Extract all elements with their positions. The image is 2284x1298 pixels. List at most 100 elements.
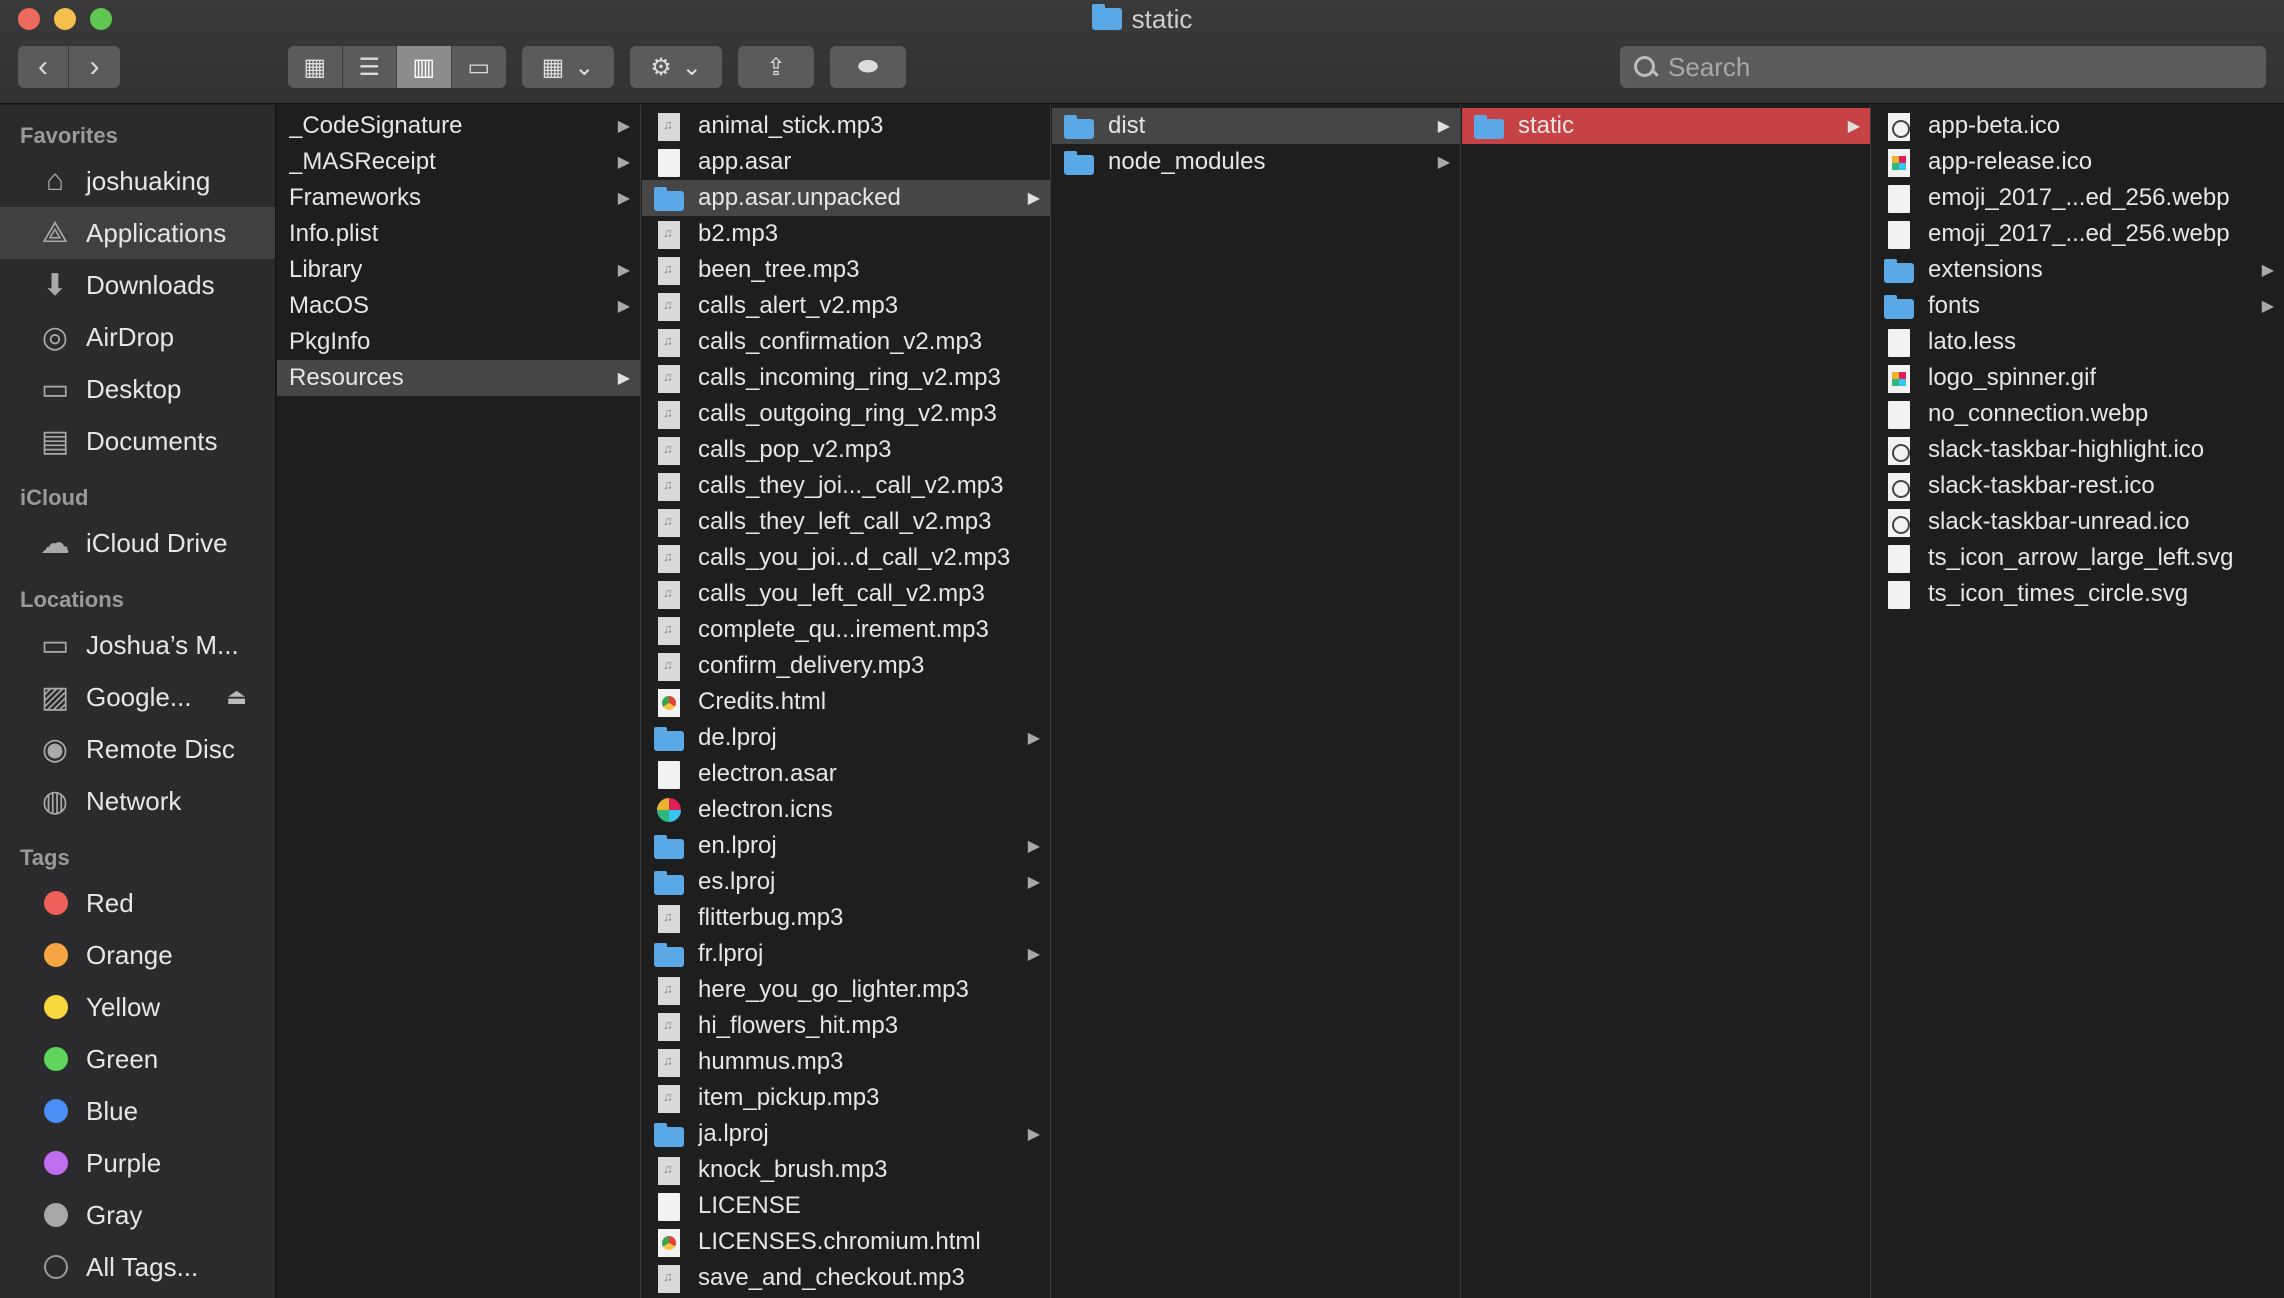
sidebar-item-documents[interactable]: ▤ Documents	[0, 415, 275, 467]
folder-row[interactable]: dist ▶	[1052, 108, 1460, 144]
folder-row[interactable]: Resources ▶	[277, 360, 640, 396]
file-row[interactable]: been_tree.mp3	[642, 252, 1050, 288]
folder-row[interactable]: en.lproj ▶	[642, 828, 1050, 864]
file-row[interactable]: calls_outgoing_ring_v2.mp3	[642, 396, 1050, 432]
file-row[interactable]: app.asar	[642, 144, 1050, 180]
folder-row[interactable]: _CodeSignature ▶	[277, 108, 640, 144]
file-row[interactable]: calls_incoming_ring_v2.mp3	[642, 360, 1050, 396]
file-row[interactable]: hummus.mp3	[642, 1044, 1050, 1080]
back-button[interactable]: ‹	[18, 46, 69, 88]
sidebar-item-tag[interactable]: Orange	[0, 929, 275, 981]
folder-row[interactable]: app.asar.unpacked ▶	[642, 180, 1050, 216]
file-row[interactable]: save_and_checkout.mp3	[642, 1260, 1050, 1296]
file-row[interactable]: LICENSES.chromium.html	[642, 1224, 1050, 1260]
file-row[interactable]: slack-taskbar-unread.ico	[1872, 504, 2284, 540]
file-name: electron.asar	[698, 760, 837, 787]
file-row[interactable]: animal_stick.mp3	[642, 108, 1050, 144]
disclosure-arrow-icon: ▶	[1027, 190, 1040, 207]
folder-row[interactable]: es.lproj ▶	[642, 864, 1050, 900]
folder-row[interactable]: MacOS ▶	[277, 288, 640, 324]
search-input[interactable]	[1660, 51, 2266, 83]
sidebar-item-tag[interactable]: Yellow	[0, 981, 275, 1033]
file-row[interactable]: here_you_go_lighter.mp3	[642, 972, 1050, 1008]
file-row[interactable]: calls_they_left_call_v2.mp3	[642, 504, 1050, 540]
sidebar-item-applications[interactable]: ⟁ Applications	[0, 207, 275, 259]
file-row[interactable]: confirm_delivery.mp3	[642, 648, 1050, 684]
folder-row[interactable]: ja.lproj ▶	[642, 1116, 1050, 1152]
file-row[interactable]: hi_flowers_hit.mp3	[642, 1008, 1050, 1044]
file-name: app-beta.ico	[1928, 112, 2061, 139]
file-row[interactable]: Info.plist	[277, 216, 640, 252]
folder-row[interactable]: node_modules ▶	[1052, 144, 1460, 180]
folder-row[interactable]: de.lproj ▶	[642, 720, 1050, 756]
file-row[interactable]: electron.asar	[642, 756, 1050, 792]
sidebar-item-tag[interactable]: Green	[0, 1033, 275, 1085]
file-row[interactable]: flitterbug.mp3	[642, 900, 1050, 936]
file-row[interactable]: item_pickup.mp3	[642, 1080, 1050, 1116]
file-row[interactable]: emoji_2017_...ed_256.webp	[1872, 216, 2284, 252]
action-button[interactable]: ⚙ ⌄	[630, 46, 722, 88]
file-row[interactable]: logo_spinner.gif	[1872, 360, 2284, 396]
share-menu[interactable]: ⇪	[738, 46, 814, 88]
sidebar-item-tag[interactable]: Gray	[0, 1189, 275, 1241]
folder-icon	[1884, 291, 1914, 321]
file-row[interactable]: calls_alert_v2.mp3	[642, 288, 1050, 324]
sidebar-item-desktop[interactable]: ▭ Desktop	[0, 363, 275, 415]
search-field[interactable]	[1620, 46, 2266, 88]
eject-icon[interactable]: ⏏	[226, 684, 247, 710]
sidebar-item-label: joshuaking	[86, 165, 211, 196]
folder-row[interactable]: Frameworks ▶	[277, 180, 640, 216]
file-row[interactable]: electron.icns	[642, 792, 1050, 828]
column-view-button[interactable]: ▥	[397, 46, 452, 88]
share-button[interactable]: ⇪	[738, 46, 814, 88]
folder-row[interactable]: fonts ▶	[1872, 288, 2284, 324]
file-row[interactable]: slack-taskbar-highlight.ico	[1872, 432, 2284, 468]
file-row[interactable]: app-beta.ico	[1872, 108, 2284, 144]
gallery-view-button[interactable]: ▭	[452, 46, 507, 88]
file-row[interactable]: calls_they_joi..._call_v2.mp3	[642, 468, 1050, 504]
file-row[interactable]: PkgInfo	[277, 324, 640, 360]
file-row[interactable]: slack-taskbar-rest.ico	[1872, 468, 2284, 504]
sidebar-item-computer[interactable]: ▭ Joshua’s M...	[0, 619, 275, 671]
arrange-button[interactable]: ▦ ⌄	[522, 46, 614, 88]
sidebar-item-icloud-drive[interactable]: ☁ iCloud Drive	[0, 517, 275, 569]
sidebar-item-airdrop[interactable]: ◎ AirDrop	[0, 311, 275, 363]
tags-menu[interactable]: ⬬	[830, 46, 906, 88]
folder-row[interactable]: Library ▶	[277, 252, 640, 288]
file-row[interactable]: complete_qu...irement.mp3	[642, 612, 1050, 648]
disclosure-arrow-icon: ▶	[2261, 262, 2274, 279]
sidebar-item-tag[interactable]: Red	[0, 877, 275, 929]
file-row[interactable]: app-release.ico	[1872, 144, 2284, 180]
file-row[interactable]: calls_confirmation_v2.mp3	[642, 324, 1050, 360]
file-row[interactable]: calls_you_left_call_v2.mp3	[642, 576, 1050, 612]
file-row[interactable]: lato.less	[1872, 324, 2284, 360]
file-row[interactable]: calls_pop_v2.mp3	[642, 432, 1050, 468]
folder-row[interactable]: static ▶	[1462, 108, 1870, 144]
file-row[interactable]: ts_icon_arrow_large_left.svg	[1872, 540, 2284, 576]
sidebar-item-tag[interactable]: Blue	[0, 1085, 275, 1137]
file-row[interactable]: b2.mp3	[642, 216, 1050, 252]
file-row[interactable]: LICENSE	[642, 1188, 1050, 1224]
folder-row[interactable]: _MASReceipt ▶	[277, 144, 640, 180]
sidebar-item-google-drive[interactable]: ▨ Google... ⏏	[0, 671, 275, 723]
forward-button[interactable]: ›	[69, 46, 120, 88]
arrange-menu[interactable]: ▦ ⌄	[522, 46, 614, 88]
sidebar-item-tag[interactable]: All Tags...	[0, 1241, 275, 1293]
file-row[interactable]: no_connection.webp	[1872, 396, 2284, 432]
file-row[interactable]: Credits.html	[642, 684, 1050, 720]
sidebar-item-home[interactable]: ⌂ joshuaking	[0, 155, 275, 207]
file-row[interactable]: knock_brush.mp3	[642, 1152, 1050, 1188]
list-view-button[interactable]: ☰	[343, 46, 397, 88]
file-row[interactable]: emoji_2017_...ed_256.webp	[1872, 180, 2284, 216]
action-menu[interactable]: ⚙ ⌄	[630, 46, 722, 88]
sidebar-item-tag[interactable]: Purple	[0, 1137, 275, 1189]
folder-row[interactable]: fr.lproj ▶	[642, 936, 1050, 972]
sidebar-item-downloads[interactable]: ⬇ Downloads	[0, 259, 275, 311]
file-row[interactable]: calls_you_joi...d_call_v2.mp3	[642, 540, 1050, 576]
file-row[interactable]: ts_icon_times_circle.svg	[1872, 576, 2284, 612]
sidebar-item-remote-disc[interactable]: ◉ Remote Disc	[0, 723, 275, 775]
edit-tags-button[interactable]: ⬬	[830, 46, 906, 88]
icon-view-button[interactable]: ▦	[288, 46, 343, 88]
folder-row[interactable]: extensions ▶	[1872, 252, 2284, 288]
sidebar-item-network[interactable]: ◍ Network	[0, 775, 275, 827]
